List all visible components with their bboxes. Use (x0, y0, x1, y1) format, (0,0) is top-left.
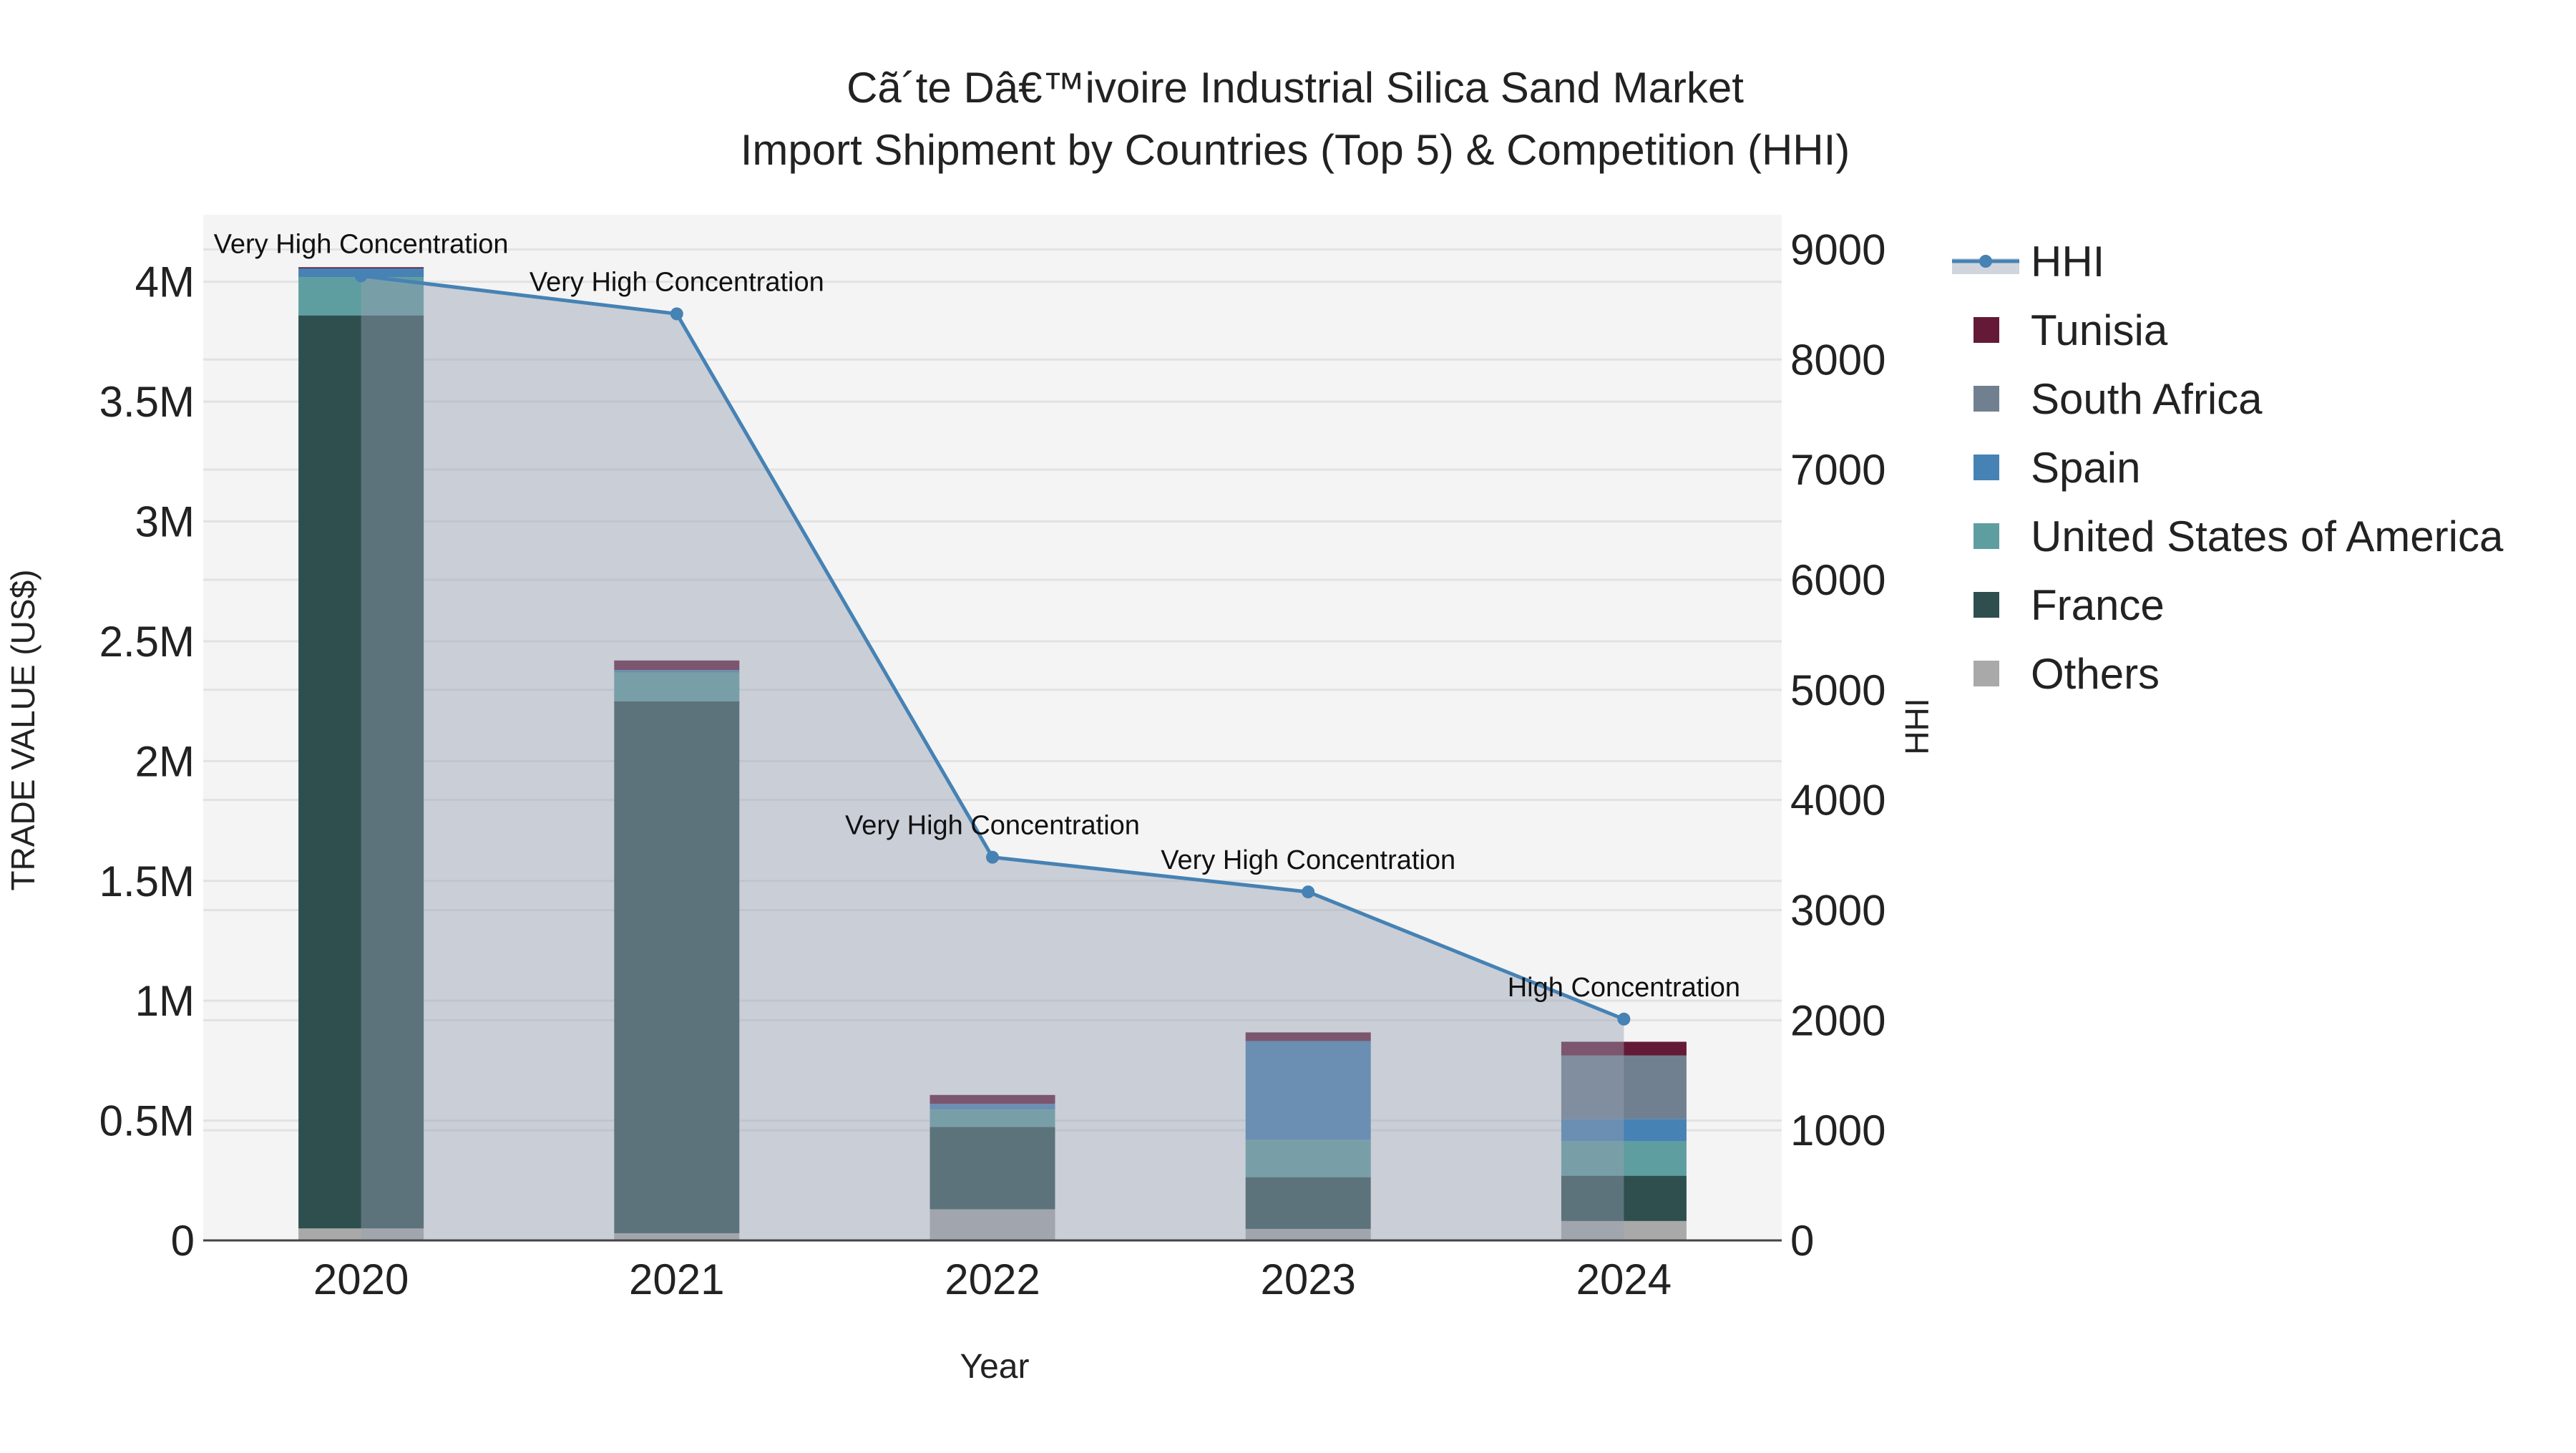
y2-tick-label: 4000 (1790, 777, 1885, 825)
y-tick-label: 1M (135, 977, 195, 1025)
y-axis-title: TRADE VALUE (US$) (4, 569, 42, 890)
y2-tick-label: 7000 (1790, 446, 1885, 494)
y-tick-label: 4M (135, 258, 195, 306)
legend-label: HHI (2031, 238, 2104, 286)
y-tick-label: 2.5M (99, 618, 195, 666)
y2-tick-label: 9000 (1790, 225, 1885, 273)
y2-axis-ticks: 0 1000 2000 3000 4000 5000 6000 7000 8000 9000 (1790, 225, 1885, 1265)
y-tick-label: 0 (171, 1217, 195, 1265)
legend-swatch-south-africa (1974, 386, 1999, 412)
y2-tick-label: 5000 (1790, 666, 1885, 714)
x-tick-label: 2020 (313, 1255, 409, 1303)
legend-label: Others (2031, 650, 2160, 698)
y2-tick-label: 8000 (1790, 336, 1885, 384)
y2-tick-label: 2000 (1790, 996, 1885, 1044)
y2-tick-label: 3000 (1790, 886, 1885, 934)
legend-swatch-united-states-of-america (1974, 523, 1999, 549)
y-tick-label: 2M (135, 737, 195, 785)
y-tick-label: 0.5M (99, 1097, 195, 1145)
hhi-point-2023 (1302, 885, 1315, 899)
y2-tick-label: 1000 (1790, 1107, 1885, 1155)
legend-swatch-spain (1974, 455, 1999, 480)
y2-tick-label: 6000 (1790, 556, 1885, 604)
chart-title-line1: Cã´te Dâ€™ivoire Industrial Silica Sand … (847, 64, 1744, 112)
hhi-point-2022 (986, 850, 999, 864)
hhi-point-2024 (1617, 1012, 1631, 1026)
legend-label: South Africa (2031, 375, 2263, 423)
chart-title-line2: Import Shipment by Countries (Top 5) & C… (741, 126, 1850, 174)
legend-swatch-others (1974, 661, 1999, 686)
hhi-annotation: Very High Concentration (530, 267, 824, 297)
y2-axis-title: HHI (1898, 698, 1936, 754)
legend: HHI Tunisia South Africa Spain United States… (1952, 238, 2504, 698)
y-tick-label: 3.5M (99, 378, 195, 426)
y2-tick-label: 0 (1790, 1217, 1814, 1265)
x-axis-ticks: 2020 2021 2022 2023 2024 (313, 1255, 1672, 1303)
hhi-point-2020 (354, 269, 368, 283)
x-tick-label: 2021 (629, 1255, 724, 1303)
y-tick-label: 1.5M (99, 857, 195, 905)
x-axis-title: Year (960, 1348, 1030, 1386)
bar-tunisia-2020 (298, 267, 424, 268)
legend-swatch-france (1974, 592, 1999, 618)
legend-label: Tunisia (2031, 306, 2168, 354)
x-tick-label: 2023 (1260, 1255, 1355, 1303)
legend-hhi-marker (1979, 255, 1992, 268)
chart: Cã´te Dâ€™ivoire Industrial Silica Sand … (4, 64, 2504, 1386)
y-axis-ticks: 0 0.5M 1M 1.5M 2M 2.5M 3M 3.5M 4M (99, 258, 195, 1265)
legend-label: Spain (2031, 444, 2140, 492)
hhi-annotation: Very High Concentration (214, 229, 509, 259)
legend-label: United States of America (2031, 512, 2504, 560)
legend-label: France (2031, 581, 2165, 629)
legend-swatch-tunisia (1974, 317, 1999, 343)
x-tick-label: 2024 (1576, 1255, 1672, 1303)
hhi-annotation: Very High Concentration (1161, 845, 1455, 875)
y-tick-label: 3M (135, 498, 195, 546)
hhi-point-2021 (670, 307, 683, 321)
hhi-annotation: Very High Concentration (845, 811, 1140, 841)
x-tick-label: 2022 (945, 1255, 1040, 1303)
hhi-annotation: High Concentration (1508, 973, 1740, 1003)
